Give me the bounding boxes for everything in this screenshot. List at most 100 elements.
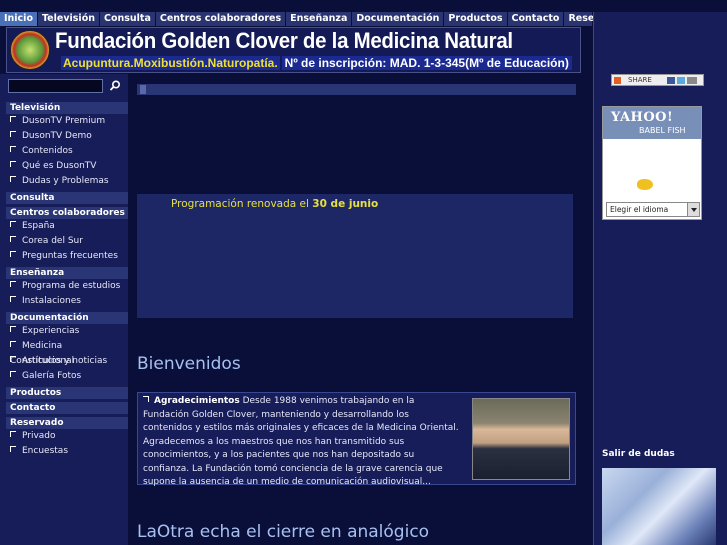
- search-icon[interactable]: [108, 79, 122, 93]
- sidebar-item-label: Programa de estudios: [22, 281, 121, 291]
- babel-header: YAHOO! BABEL FISH: [603, 107, 701, 139]
- sidebar-item-label: España: [22, 221, 55, 231]
- sidebar: Televisión DusonTV Premium DusonTV Demo Con…: [0, 74, 128, 545]
- nav-tab[interactable]: Televisión: [38, 12, 100, 26]
- sidebar-item-label: Qué es DusonTV: [22, 161, 97, 171]
- bullet-icon: [10, 221, 16, 227]
- sidebar-section-heading[interactable]: Centros colaboradores: [6, 207, 128, 219]
- yahoo-logo: YAHOO!: [611, 110, 674, 125]
- promo-panel: Programación renovada el 30 de junio: [137, 194, 573, 318]
- nav-tab[interactable]: Inicio: [0, 12, 38, 26]
- sidebar-item[interactable]: Privado: [6, 429, 128, 444]
- sidebar-item-label: Artículos y noticias: [22, 356, 108, 366]
- sidebar-section-heading[interactable]: Productos: [6, 387, 128, 399]
- sidebar-item[interactable]: Dudas y Problemas: [6, 174, 128, 189]
- bullet-icon: [10, 326, 16, 332]
- bullet-icon: [10, 131, 16, 137]
- sidebar-item-label: Contenidos: [22, 146, 73, 156]
- sidebar-item[interactable]: Qué es DusonTV: [6, 159, 128, 174]
- sidebar-item[interactable]: Instalaciones: [6, 294, 128, 309]
- promo-text-prefix: Programación renovada el: [171, 198, 313, 210]
- bullet-icon: [10, 251, 16, 257]
- sidebar-item-label: Dudas y Problemas: [22, 176, 109, 186]
- sidebar-item-label: Preguntas frecuentes: [22, 251, 118, 261]
- sidebar-item-label: Galería Fotos: [22, 371, 82, 381]
- bullet-icon: [10, 146, 16, 152]
- scroll-thumb[interactable]: [140, 85, 146, 94]
- sidebar-section-heading[interactable]: Contacto: [6, 402, 128, 414]
- welcome-heading: Bienvenidos: [137, 354, 241, 374]
- fish-icon: [637, 179, 653, 190]
- language-select[interactable]: Elegir el idioma: [606, 202, 700, 217]
- sidebar-item[interactable]: Contenidos: [6, 144, 128, 159]
- nav-tab[interactable]: Consulta: [100, 12, 156, 26]
- content-scrollbar[interactable]: [137, 84, 576, 95]
- founder-photo: [472, 398, 570, 480]
- share-button[interactable]: SHARE: [611, 74, 704, 86]
- bullet-icon: [10, 446, 16, 452]
- sidebar-menu: Televisión DusonTV Premium DusonTV Demo Con…: [6, 99, 128, 459]
- sidebar-item[interactable]: Artículos y noticias: [6, 354, 128, 369]
- nav-tab[interactable]: Documentación: [352, 12, 445, 26]
- social-icons: [667, 77, 697, 84]
- welcome-box: Agradecimientos Desde 1988 venimos traba…: [137, 392, 576, 487]
- bullet-icon: [10, 236, 16, 242]
- promo-text: Programación renovada el 30 de junio: [171, 198, 378, 210]
- babel-fish-label: BABEL FISH: [639, 126, 686, 135]
- bullet-icon: [10, 176, 16, 182]
- bullet-icon: [10, 341, 16, 347]
- language-select-value: Elegir el idioma: [610, 205, 669, 214]
- sidebar-section-heading[interactable]: Televisión: [6, 102, 128, 114]
- sidebar-item[interactable]: Encuestas: [6, 444, 128, 459]
- sidebar-item-label: Instalaciones: [22, 296, 81, 306]
- share-icon: [614, 77, 621, 84]
- site-title: Fundación Golden Clover de la Medicina N…: [55, 28, 513, 53]
- sidebar-section-heading[interactable]: Enseñanza: [6, 267, 128, 279]
- foundation-logo[interactable]: [10, 30, 50, 70]
- sidebar-item-label: DusonTV Premium: [22, 116, 106, 126]
- site-subtitle: Acupuntura.Moxibustión.Naturopatía. Nº de…: [61, 55, 572, 71]
- right-column: SHARE YAHOO! BABEL FISH Elegir el idioma…: [593, 12, 727, 545]
- sidebar-section-heading[interactable]: Documentación: [6, 312, 128, 324]
- faq-heading: Salir de dudas: [602, 449, 675, 459]
- sidebar-item[interactable]: DusonTV Premium: [6, 114, 128, 129]
- faq-image[interactable]: [602, 468, 716, 545]
- news-heading[interactable]: LaOtra echa el cierre en analógico: [137, 522, 429, 542]
- sidebar-item-label: Encuestas: [22, 446, 69, 456]
- sidebar-item-label: DusonTV Demo: [22, 131, 92, 141]
- bullet-icon: [10, 431, 16, 437]
- bullet-icon: [143, 396, 149, 402]
- nav-tab[interactable]: Centros colaboradores: [156, 12, 287, 26]
- sidebar-item[interactable]: Corea del Sur: [6, 234, 128, 249]
- chevron-down-icon[interactable]: [687, 203, 699, 216]
- disciplines-text: Acupuntura.Moxibustión.Naturopatía.: [61, 56, 280, 70]
- search-input[interactable]: [8, 79, 103, 93]
- share-label: SHARE: [628, 76, 652, 84]
- sidebar-item-label: Privado: [22, 431, 56, 441]
- bullet-icon: [10, 296, 16, 302]
- sidebar-item[interactable]: Programa de estudios: [6, 279, 128, 294]
- registration-text: Nº de inscripción: MAD. 1-3-345(Mº de Ed…: [281, 56, 572, 70]
- welcome-lead: Agradecimientos: [154, 396, 240, 406]
- sidebar-item[interactable]: Medicina Constitucional: [6, 339, 128, 366]
- site-banner: Fundación Golden Clover de la Medicina N…: [6, 27, 581, 73]
- sidebar-section-heading[interactable]: Consulta: [6, 192, 128, 204]
- sidebar-item[interactable]: DusonTV Demo: [6, 129, 128, 144]
- sidebar-section-heading[interactable]: Reservado: [6, 417, 128, 429]
- sidebar-item[interactable]: Preguntas frecuentes: [6, 249, 128, 264]
- sidebar-item[interactable]: Galería Fotos: [6, 369, 128, 384]
- bullet-icon: [10, 281, 16, 287]
- nav-tab[interactable]: Contacto: [508, 12, 565, 26]
- sidebar-item[interactable]: España: [6, 219, 128, 234]
- babel-fish-widget: YAHOO! BABEL FISH Elegir el idioma: [602, 106, 702, 220]
- welcome-text: Agradecimientos Desde 1988 venimos traba…: [143, 395, 461, 490]
- sidebar-item[interactable]: Experiencias: [6, 324, 128, 339]
- nav-tab[interactable]: Enseñanza: [286, 12, 353, 26]
- bullet-icon: [10, 161, 16, 167]
- promo-date: 30 de junio: [312, 198, 379, 210]
- sidebar-item-label: Experiencias: [22, 326, 80, 336]
- top-nav: Inicio Televisión Consulta Centros colabora…: [0, 12, 630, 26]
- welcome-body: Desde 1988 venimos trabajando en la Fund…: [143, 396, 459, 487]
- nav-tab[interactable]: Productos: [444, 12, 508, 26]
- bullet-icon: [10, 371, 16, 377]
